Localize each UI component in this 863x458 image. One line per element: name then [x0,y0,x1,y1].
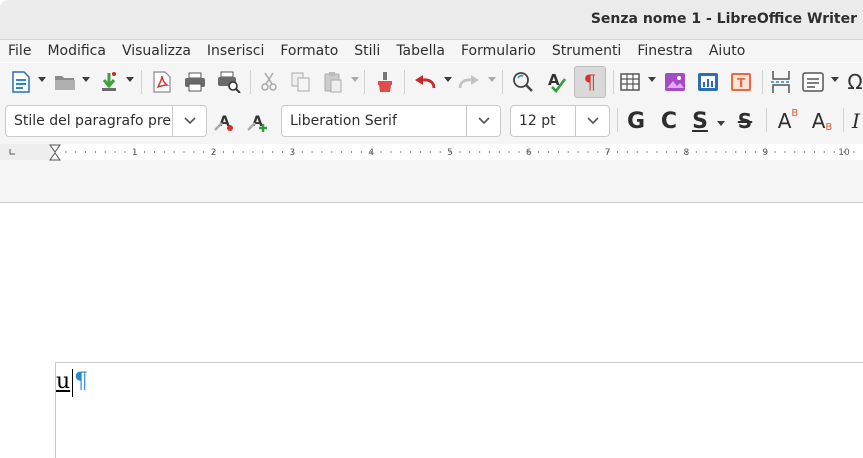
new-dropdown-icon[interactable] [38,77,46,82]
italic-button[interactable]: C [656,107,682,135]
new-style-icon[interactable]: A [245,109,271,135]
ruler-label: 9 [762,148,768,158]
new-document-icon[interactable] [8,69,34,95]
standard-toolbar: A ¶ T Ω [0,63,863,101]
clone-formatting-icon[interactable] [372,69,398,95]
ruler-label: 2 [211,148,217,158]
superscript-main: A [777,109,792,133]
paste-dropdown-icon[interactable] [351,77,359,82]
open-folder-icon[interactable] [52,69,78,95]
subscript-button[interactable]: AB [808,107,836,135]
separator [364,70,365,94]
export-pdf-icon[interactable] [149,69,175,95]
menu-window[interactable]: Finestra [629,40,701,62]
separator [250,70,251,94]
separator [141,70,142,94]
menu-view[interactable]: Visualizza [114,40,199,62]
menu-form[interactable]: Formulario [453,40,544,62]
paragraph-style-value: Stile del paragrafo pre [14,113,171,129]
ruler-label: 5 [447,148,453,158]
menu-table[interactable]: Tabella [388,40,453,62]
font-name-combo[interactable]: Liberation Serif [281,105,501,137]
bold-button[interactable]: G [623,107,649,135]
separator [613,70,614,94]
separator [404,70,405,94]
document-background [0,163,863,203]
save-dropdown-icon[interactable] [126,77,134,82]
ruler-label: 1 [132,148,138,158]
separator [502,70,503,94]
menu-bar: File Modifica Visualizza Inserisci Forma… [0,40,863,62]
ruler-label: 8 [684,148,690,158]
undo-icon[interactable] [412,69,438,95]
font-name-value: Liberation Serif [290,113,397,129]
menu-styles[interactable]: Stili [346,40,388,62]
underline-button[interactable]: S [688,107,712,135]
print-icon[interactable] [182,69,208,95]
insert-chart-icon[interactable] [695,69,721,95]
separator [617,108,618,132]
insert-page-break-icon[interactable] [768,69,794,95]
ruler-label: 3 [290,148,296,158]
insert-field-icon[interactable] [800,69,826,95]
superscript-small: B [791,107,799,119]
menu-insert[interactable]: Inserisci [199,40,272,62]
svg-text:T: T [737,76,746,90]
save-icon[interactable] [96,69,122,95]
special-character-icon[interactable]: Ω [842,69,863,95]
update-style-icon[interactable]: A [212,109,238,135]
menu-file[interactable]: File [0,40,39,62]
insert-table-icon[interactable] [617,69,643,95]
paste-icon[interactable] [320,69,346,95]
pilcrow-icon: ¶ [583,70,597,94]
horizontal-ruler[interactable]: 1 2 3 4 5 6 7 8 9 10 [0,141,863,163]
font-size-value: 12 pt [519,113,556,129]
redo-dropdown-icon[interactable] [488,77,496,82]
window-title: Senza nome 1 - LibreOffice Writer [590,11,857,27]
open-dropdown-icon[interactable] [82,77,90,82]
copy-icon[interactable] [288,69,314,95]
ruler-label: 4 [368,148,374,158]
redo-icon[interactable] [456,69,482,95]
text-cursor [72,369,73,397]
document-text[interactable]: u [56,368,70,396]
subscript-main: A [811,109,826,133]
ruler-label: 7 [605,148,611,158]
print-preview-icon[interactable] [216,69,242,95]
field-dropdown-icon[interactable] [831,77,839,82]
paragraph-mark: ¶ [74,369,88,394]
chevron-down-icon[interactable] [575,106,609,136]
subscript-small: B [825,121,833,133]
cut-icon[interactable] [256,69,282,95]
formatting-marks-toggle[interactable]: ¶ [574,66,606,98]
document-page[interactable] [0,204,863,458]
ruler-label: 6 [526,148,532,158]
font-size-combo[interactable]: 12 pt [510,105,610,137]
separator [843,108,844,132]
chevron-down-icon[interactable] [466,106,500,136]
ruler-label: 10 [838,148,850,158]
insert-image-icon[interactable] [662,69,688,95]
spelling-icon[interactable]: A [544,69,570,95]
superscript-button[interactable]: AB [774,107,802,135]
separator [762,70,763,94]
formatting-toolbar: Stile del paragrafo pre A A Liberation S… [0,101,863,141]
italic-ext-button[interactable]: I [848,107,863,135]
find-replace-icon[interactable] [510,69,536,95]
underline-dropdown-icon[interactable] [717,121,725,126]
insert-textbox-icon[interactable]: T [728,69,754,95]
menu-tools[interactable]: Strumenti [544,40,630,62]
menu-help[interactable]: Aiuto [701,40,753,62]
undo-dropdown-icon[interactable] [444,77,452,82]
menu-edit[interactable]: Modifica [39,40,114,62]
chevron-down-icon[interactable] [172,106,206,136]
separator [766,108,767,132]
text-boundary-top [55,362,863,363]
strikethrough-button[interactable]: S [732,107,758,135]
title-bar: Senza nome 1 - LibreOffice Writer [0,0,863,40]
table-dropdown-icon[interactable] [648,77,656,82]
menu-format[interactable]: Formato [272,40,346,62]
paragraph-style-combo[interactable]: Stile del paragrafo pre [5,105,207,137]
